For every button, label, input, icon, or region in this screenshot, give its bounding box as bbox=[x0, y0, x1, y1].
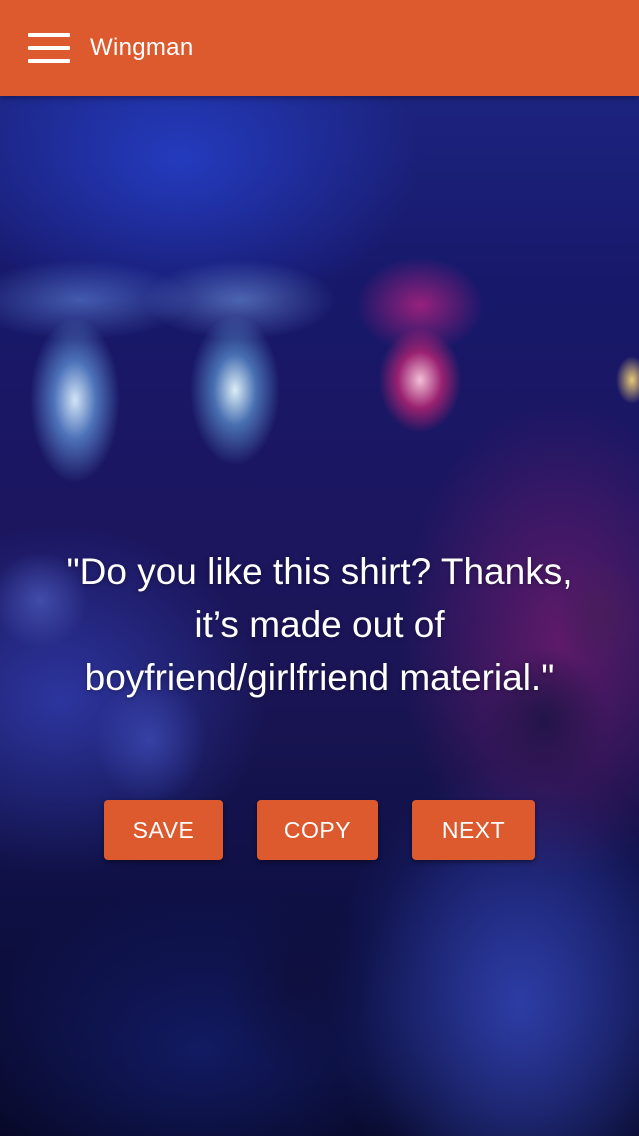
copy-button[interactable]: COPY bbox=[257, 800, 378, 860]
app-screen: Wingman "Do you like this shirt? Thanks,… bbox=[0, 0, 639, 1136]
app-bar: Wingman bbox=[0, 0, 639, 96]
menu-line bbox=[28, 46, 70, 50]
pickup-line-text: "Do you like this shirt? Thanks, it’s ma… bbox=[66, 551, 573, 698]
action-buttons: SAVE COPY NEXT bbox=[0, 800, 639, 860]
app-title: Wingman bbox=[90, 34, 194, 61]
menu-line bbox=[28, 33, 70, 37]
hamburger-menu-icon[interactable] bbox=[28, 33, 70, 63]
menu-line bbox=[28, 59, 70, 63]
save-button[interactable]: SAVE bbox=[104, 800, 223, 860]
next-button[interactable]: NEXT bbox=[412, 800, 535, 860]
